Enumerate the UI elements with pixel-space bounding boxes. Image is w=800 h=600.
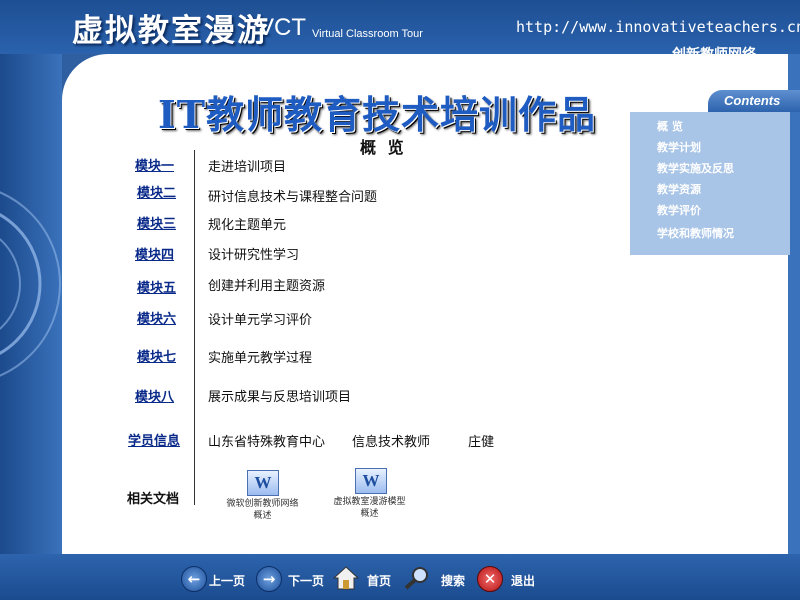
- home-button[interactable]: 首页: [367, 572, 391, 589]
- doc-2-caption-line1: 虚拟教室漫游模型: [333, 497, 406, 507]
- doc-1-caption-line2: 概述: [253, 511, 272, 521]
- module-3-desc: 规化主题单元: [208, 218, 287, 233]
- doc-1-caption[interactable]: 微软创新教师网络 概述: [215, 498, 310, 522]
- next-page-button[interactable]: 下一页: [288, 572, 324, 589]
- student-org: 山东省特殊教育中心: [208, 435, 326, 450]
- word-doc-icon[interactable]: W: [247, 470, 279, 496]
- site-title-cn: 虚拟教室漫游: [72, 13, 270, 49]
- sidebar-item-resources[interactable]: 教学资源: [657, 181, 701, 197]
- decorative-rings: [0, 191, 61, 377]
- module-1-desc: 走进培训项目: [208, 160, 287, 175]
- search-button[interactable]: 搜索: [441, 572, 465, 589]
- module-8-link[interactable]: 模块八: [135, 386, 174, 405]
- doc-1-caption-line1: 微软创新教师网络: [226, 499, 299, 509]
- doc-2-caption[interactable]: 虚拟教室漫游模型 概述: [322, 496, 417, 520]
- sidebar-item-evaluation[interactable]: 教学评价: [657, 202, 701, 218]
- prev-arrow-icon[interactable]: ←: [181, 566, 207, 592]
- student-name: 庄健: [468, 435, 495, 450]
- page-title: IT教师教育技术培训作品: [158, 92, 597, 137]
- module-6-desc: 设计单元学习评价: [208, 313, 313, 328]
- search-icon[interactable]: [403, 565, 428, 590]
- contents-header: Contents: [724, 93, 781, 108]
- site-url: http://www.innovativeteachers.cn: [516, 18, 800, 36]
- module-6-link[interactable]: 模块六: [137, 308, 176, 327]
- exit-button[interactable]: 退出: [511, 572, 535, 589]
- module-2-link[interactable]: 模块二: [137, 182, 176, 201]
- sidebar-item-school-info[interactable]: 学校和教师情况: [657, 225, 734, 241]
- next-arrow-icon[interactable]: →: [256, 566, 282, 592]
- module-7-desc: 实施单元教学过程: [208, 351, 313, 366]
- word-doc-icon[interactable]: W: [355, 468, 387, 494]
- module-7-link[interactable]: 模块七: [137, 346, 176, 365]
- doc-2-caption-line2: 概述: [360, 509, 379, 519]
- footer-bar: [0, 554, 800, 600]
- prev-page-button[interactable]: 上一页: [209, 572, 245, 589]
- home-icon[interactable]: [332, 565, 360, 590]
- sidebar-item-teaching-plan[interactable]: 教学计划: [657, 139, 701, 155]
- module-2-desc: 研讨信息技术与课程整合问题: [208, 190, 378, 205]
- module-8-desc: 展示成果与反思培训项目: [208, 390, 352, 405]
- related-docs-label: 相关文档: [127, 492, 180, 507]
- module-3-link[interactable]: 模块三: [137, 213, 176, 232]
- student-info-link[interactable]: 学员信息: [128, 430, 180, 449]
- student-role: 信息技术教师: [352, 435, 431, 450]
- network-name: 创新教师网络: [672, 47, 756, 63]
- column-divider: [194, 150, 195, 505]
- page-subtitle: 概 览: [360, 138, 407, 157]
- module-4-link[interactable]: 模块四: [135, 244, 174, 263]
- sidebar-item-implementation[interactable]: 教学实施及反思: [657, 160, 734, 176]
- module-5-link[interactable]: 模块五: [137, 277, 176, 296]
- module-5-desc: 创建并利用主题资源: [208, 279, 326, 294]
- left-frame: [0, 54, 62, 554]
- site-title-en: Virtual Classroom Tour: [312, 28, 423, 40]
- site-title-vct: VCT: [258, 14, 306, 41]
- module-1-link[interactable]: 模块一: [135, 155, 174, 174]
- sidebar-item-overview[interactable]: 概 览: [657, 118, 683, 134]
- module-4-desc: 设计研究性学习: [208, 248, 300, 263]
- close-icon[interactable]: ✕: [477, 566, 503, 592]
